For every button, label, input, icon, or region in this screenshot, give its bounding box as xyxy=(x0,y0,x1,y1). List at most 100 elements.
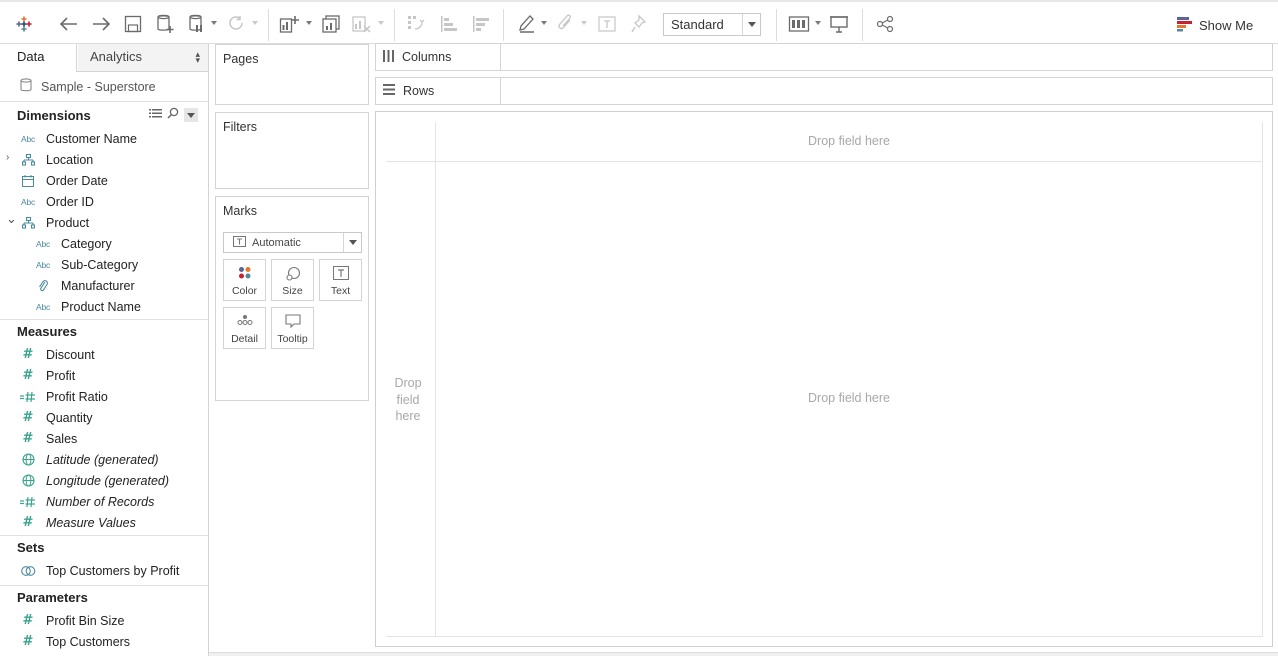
highlight-dropdown-caret[interactable] xyxy=(541,21,547,25)
refresh-dropdown-caret[interactable] xyxy=(252,21,258,25)
duplicate-sheet-icon[interactable] xyxy=(320,11,342,37)
field-label: Top Customers by Profit xyxy=(46,563,180,578)
field-order-date[interactable]: Order Date xyxy=(20,170,108,191)
database-icon xyxy=(20,78,32,95)
field-top-customers[interactable]: # Top Customers xyxy=(20,631,131,652)
color-button[interactable]: Color xyxy=(223,259,266,301)
detail-button[interactable]: Detail xyxy=(223,307,266,349)
highlight-icon[interactable] xyxy=(516,11,538,37)
field-profit[interactable]: # Profit xyxy=(20,365,76,386)
field-number-of-records[interactable]: Number of Records xyxy=(20,491,154,512)
section-divider xyxy=(0,535,208,536)
field-top-customers-by-profit[interactable]: Top Customers by Profit xyxy=(20,560,179,581)
data-source-item[interactable]: Sample - Superstore xyxy=(0,72,208,102)
hierarchy-icon xyxy=(20,153,36,167)
cards-dropdown-caret[interactable] xyxy=(815,21,821,25)
pause-dropdown-caret[interactable] xyxy=(211,21,217,25)
show-labels-icon[interactable] xyxy=(596,11,618,37)
abc-string-icon: Abc xyxy=(35,301,51,312)
new-data-source-icon[interactable] xyxy=(154,11,176,37)
new-sheet-dropdown-caret[interactable] xyxy=(306,21,312,25)
filters-card[interactable]: Filters xyxy=(215,112,369,189)
chevron-down-icon[interactable] xyxy=(343,233,361,252)
save-icon[interactable] xyxy=(122,11,144,37)
text-button[interactable]: Text xyxy=(319,259,362,301)
pause-auto-update-icon[interactable] xyxy=(186,11,206,37)
field-location[interactable]: Location xyxy=(20,149,93,170)
swap-icon[interactable] xyxy=(405,11,427,37)
size-icon xyxy=(272,266,313,282)
field-profit-ratio[interactable]: Profit Ratio xyxy=(20,386,108,407)
share-icon[interactable] xyxy=(874,11,896,37)
columns-icon xyxy=(383,49,394,65)
undo-icon[interactable] xyxy=(57,11,81,37)
pages-title: Pages xyxy=(223,52,259,66)
redo-icon[interactable] xyxy=(89,11,113,37)
field-longitude-generated[interactable]: Longitude (generated) xyxy=(20,470,169,491)
view-canvas[interactable]: Drop field here Drop field here Drop fie… xyxy=(375,111,1273,647)
columns-shelf[interactable]: Columns xyxy=(375,43,1273,71)
tooltip-icon xyxy=(272,314,313,328)
group-icon[interactable] xyxy=(555,11,577,37)
field-category[interactable]: Abc Category xyxy=(35,233,112,254)
group-dropdown-caret[interactable] xyxy=(581,21,587,25)
section-divider xyxy=(0,319,208,320)
rows-shelf-label: Rows xyxy=(376,78,501,104)
show-cards-icon[interactable] xyxy=(787,11,811,37)
mark-type-select[interactable]: Automatic xyxy=(223,232,362,253)
sort-descending-icon[interactable] xyxy=(470,11,492,37)
view-list-icon[interactable] xyxy=(149,108,162,122)
drop-field-rows[interactable]: Drop field here xyxy=(386,375,430,425)
field-manufacturer[interactable]: Manufacturer xyxy=(35,275,135,296)
search-icon[interactable] xyxy=(167,107,179,122)
new-worksheet-icon[interactable] xyxy=(278,11,302,37)
mark-type-value: Automatic xyxy=(224,235,343,250)
tab-analytics[interactable]: Analytics ▴ ▾ xyxy=(78,44,208,71)
field-label: Measure Values xyxy=(46,515,136,530)
toolbar-separator xyxy=(862,9,863,41)
toolbar: Standard Show Me xyxy=(0,0,1278,44)
abc-string-icon: Abc xyxy=(20,196,36,207)
view-right-line xyxy=(1262,122,1263,637)
field-customer-name[interactable]: Abc Customer Name xyxy=(20,128,137,149)
field-profit-bin-size[interactable]: # Profit Bin Size xyxy=(20,610,125,631)
field-sub-category[interactable]: Abc Sub-Category xyxy=(35,254,138,275)
dimensions-menu-dropdown[interactable] xyxy=(184,107,198,122)
size-button[interactable]: Size xyxy=(271,259,314,301)
marks-title: Marks xyxy=(223,204,258,218)
refresh-icon[interactable] xyxy=(225,11,247,37)
sort-ascending-icon[interactable] xyxy=(438,11,460,37)
drop-field-center[interactable]: Drop field here xyxy=(436,391,1262,405)
clear-sheet-icon[interactable] xyxy=(350,11,372,37)
presentation-icon[interactable] xyxy=(828,11,850,37)
field-sales[interactable]: # Sales xyxy=(20,428,78,449)
field-label: Location xyxy=(46,152,94,167)
drop-field-columns[interactable]: Drop field here xyxy=(436,134,1262,148)
detail-button-label: Detail xyxy=(231,333,258,345)
field-quantity[interactable]: # Quantity xyxy=(20,407,93,428)
field-measure-values[interactable]: # Measure Values xyxy=(20,512,136,533)
pages-card[interactable]: Pages xyxy=(215,44,369,105)
field-product[interactable]: Product xyxy=(20,212,89,233)
group-paperclip-icon xyxy=(35,279,51,293)
fix-axes-icon[interactable] xyxy=(628,11,650,37)
tableau-logo-icon[interactable] xyxy=(13,11,35,37)
clear-dropdown-caret[interactable] xyxy=(378,21,384,25)
columns-label: Columns xyxy=(402,50,452,64)
number-icon: # xyxy=(22,431,34,446)
drop-field-rows-line3: here xyxy=(395,409,421,423)
tab-data[interactable]: Data xyxy=(0,44,77,72)
field-product-name[interactable]: Abc Product Name xyxy=(35,296,141,317)
field-discount[interactable]: # Discount xyxy=(20,344,95,365)
tooltip-button[interactable]: Tooltip xyxy=(271,307,314,349)
chevron-right-icon[interactable]: › xyxy=(6,152,9,163)
chevron-down-icon[interactable] xyxy=(742,14,760,35)
field-latitude-generated[interactable]: Latitude (generated) xyxy=(20,449,159,470)
chevron-down-icon[interactable]: ⌄ xyxy=(6,211,17,227)
fit-select[interactable]: Standard xyxy=(663,13,761,36)
view-bottom-line xyxy=(386,636,1263,637)
calculated-number-icon xyxy=(20,390,36,404)
field-order-id[interactable]: Abc Order ID xyxy=(20,191,94,212)
show-me-button[interactable]: Show Me xyxy=(1176,13,1253,37)
rows-shelf[interactable]: Rows xyxy=(375,77,1273,105)
